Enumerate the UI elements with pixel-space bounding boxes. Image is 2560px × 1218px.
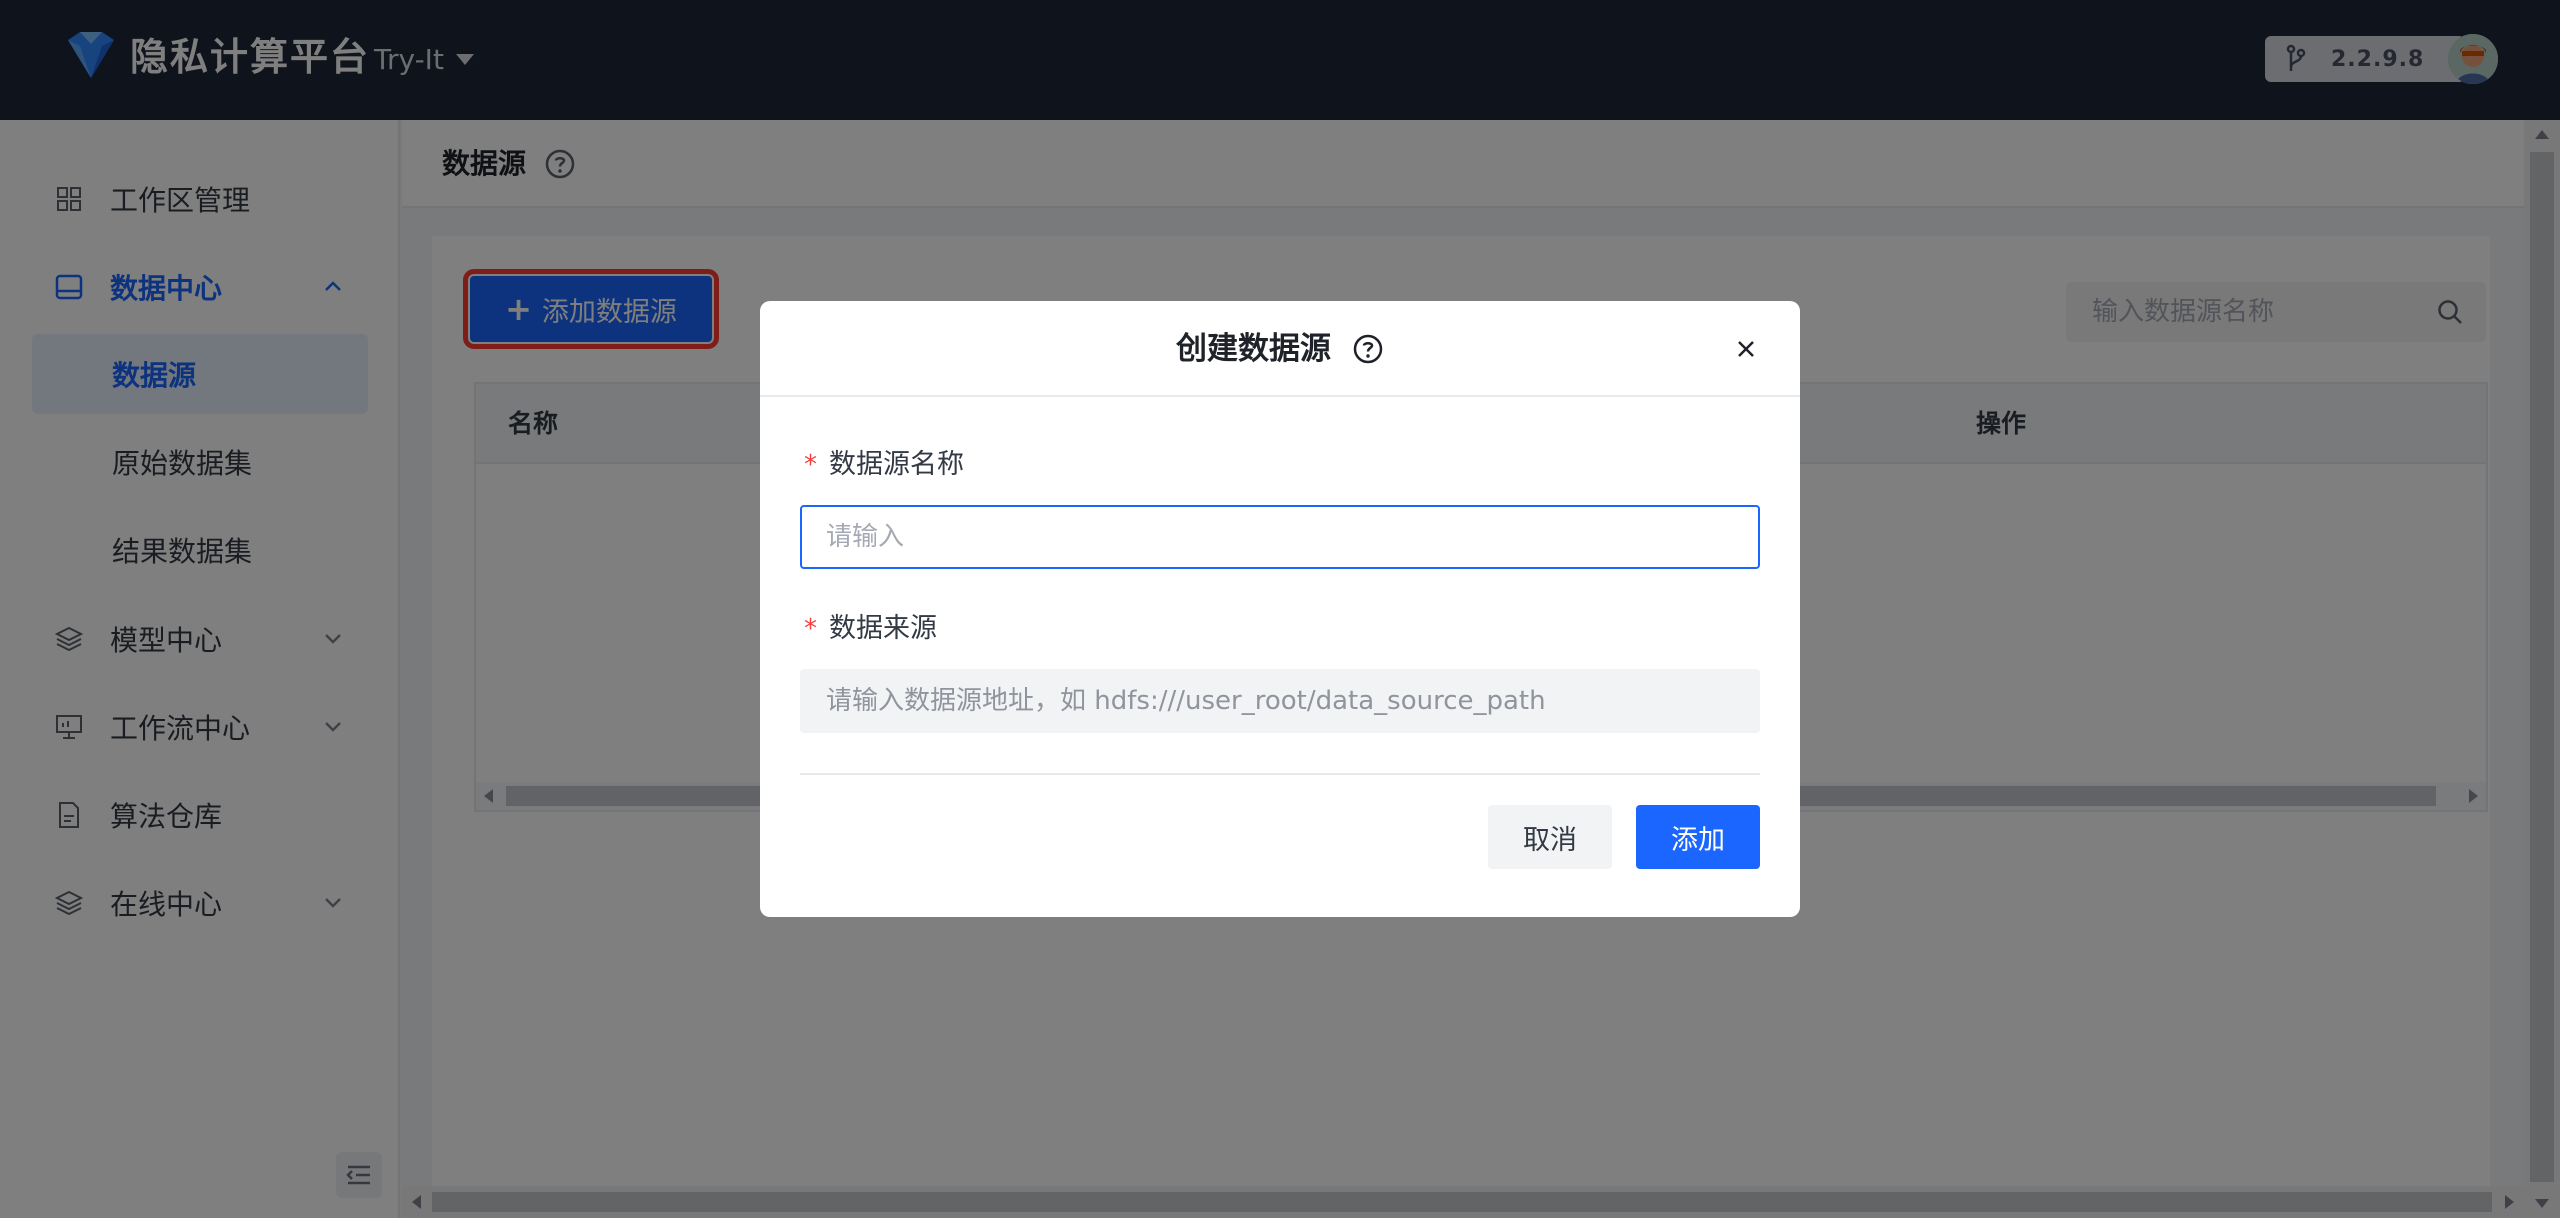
- data-source-address-input[interactable]: [800, 669, 1760, 733]
- required-mark: *: [804, 450, 817, 480]
- source-field-label: * 数据来源: [804, 611, 937, 647]
- create-data-source-dialog: 创建数据源 * 数据源名称 * 数据来源 取消 添加: [760, 301, 1800, 917]
- close-button[interactable]: [1732, 335, 1760, 363]
- source-label-text: 数据来源: [829, 613, 937, 644]
- required-mark: *: [804, 614, 817, 644]
- dialog-header: 创建数据源: [760, 301, 1800, 397]
- help-icon[interactable]: [1352, 333, 1384, 365]
- dialog-title: 创建数据源: [1176, 331, 1331, 367]
- close-icon: [1738, 341, 1754, 357]
- add-button[interactable]: 添加: [1636, 805, 1760, 869]
- name-field-label: * 数据源名称: [804, 447, 964, 483]
- name-label-text: 数据源名称: [829, 449, 964, 480]
- cancel-button[interactable]: 取消: [1488, 805, 1612, 869]
- dialog-divider: [800, 773, 1760, 775]
- data-source-name-input[interactable]: [800, 505, 1760, 569]
